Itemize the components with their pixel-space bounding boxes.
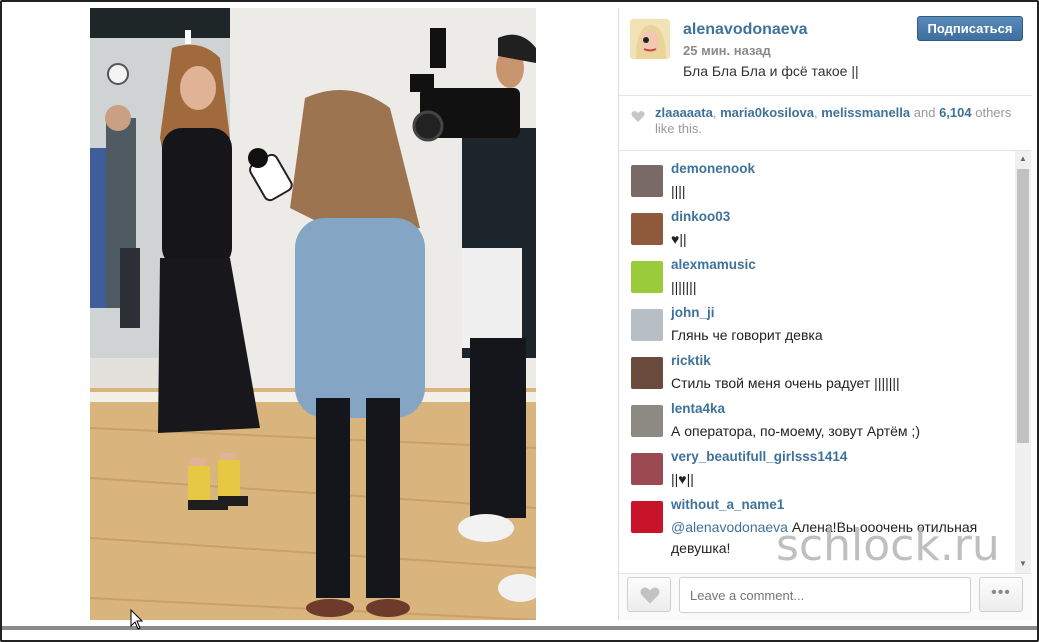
- comment-input[interactable]: [679, 577, 971, 613]
- mouse-cursor-icon: [130, 609, 144, 630]
- follow-button[interactable]: Подписаться: [917, 16, 1023, 41]
- liker-link[interactable]: zlaaaaata: [655, 105, 713, 120]
- heart-icon: [640, 587, 660, 604]
- commenter-username[interactable]: lenta4ka: [671, 401, 725, 416]
- scrollbar-thumb[interactable]: [1017, 169, 1029, 443]
- author-avatar-image: [630, 19, 670, 59]
- commenter-avatar[interactable]: [631, 357, 663, 389]
- comment-text: ||||: [671, 183, 686, 199]
- watermark: schlock.ru: [776, 520, 1000, 571]
- window-bottom-shadow: [2, 626, 1037, 630]
- commenter-username[interactable]: john_ji: [671, 305, 715, 320]
- commenter-avatar[interactable]: [631, 501, 663, 533]
- comment-text: Стиль твой меня очень радует |||||||: [671, 375, 900, 391]
- commenter-username[interactable]: dinkoo03: [671, 209, 730, 224]
- author-username[interactable]: alenavodonaeva: [683, 21, 808, 39]
- likes-summary: zlaaaaata, maria0kosilova, melissmanella…: [619, 96, 1032, 151]
- comments-scrollbar[interactable]: ▲ ▼: [1015, 151, 1031, 573]
- likes-and: and: [910, 105, 940, 120]
- comments-list[interactable]: demonenook |||| dinkoo03 ♥|| alexmamusic…: [619, 151, 1032, 573]
- liker-link[interactable]: maria0kosilova: [720, 105, 814, 120]
- comment-mention[interactable]: @alenavodonaeva: [671, 519, 788, 535]
- comment-text: А оператора, по-моему, зовут Артём ;): [671, 423, 920, 439]
- likes-separator: ,: [712, 105, 721, 120]
- more-options-button[interactable]: •••: [979, 577, 1023, 612]
- commenter-avatar[interactable]: [631, 453, 663, 485]
- commenter-avatar[interactable]: [631, 405, 663, 437]
- comment-text: ||♥||: [671, 471, 694, 487]
- comment-footer: •••: [619, 573, 1032, 620]
- commenter-username[interactable]: very_beautifull_girlsss1414: [671, 449, 847, 464]
- commenter-avatar[interactable]: [631, 213, 663, 245]
- commenter-username[interactable]: without_a_name1: [671, 497, 784, 512]
- photo-illustration: [90, 8, 536, 620]
- heart-icon: [631, 111, 645, 122]
- liker-link[interactable]: melissmanella: [821, 105, 910, 120]
- likes-text: zlaaaaata, maria0kosilova, melissmanella…: [655, 105, 1025, 137]
- comment-text: Глянь че говорит девка: [671, 327, 823, 343]
- commenter-avatar[interactable]: [631, 309, 663, 341]
- commenter-username[interactable]: demonenook: [671, 161, 755, 176]
- like-button[interactable]: [627, 577, 671, 612]
- post-caption: Бла Бла Бла и фсё такое ||: [683, 63, 859, 79]
- scroll-down-arrow-icon[interactable]: ▼: [1018, 559, 1028, 569]
- scroll-up-arrow-icon[interactable]: ▲: [1018, 154, 1028, 164]
- commenter-avatar[interactable]: [631, 165, 663, 197]
- commenter-username[interactable]: ricktik: [671, 353, 711, 368]
- post-time-ago[interactable]: 25 мин. назад: [683, 43, 771, 58]
- commenter-username[interactable]: alexmamusic: [671, 257, 756, 272]
- author-avatar[interactable]: [630, 19, 670, 59]
- likes-count[interactable]: 6,104: [939, 105, 972, 120]
- commenter-avatar[interactable]: [631, 261, 663, 293]
- comment-text: |||||||: [671, 279, 697, 295]
- post-header: alenavodonaeva 25 мин. назад Бла Бла Бла…: [619, 8, 1032, 96]
- comment-text: ♥||: [671, 231, 687, 247]
- post-photo[interactable]: [90, 8, 536, 620]
